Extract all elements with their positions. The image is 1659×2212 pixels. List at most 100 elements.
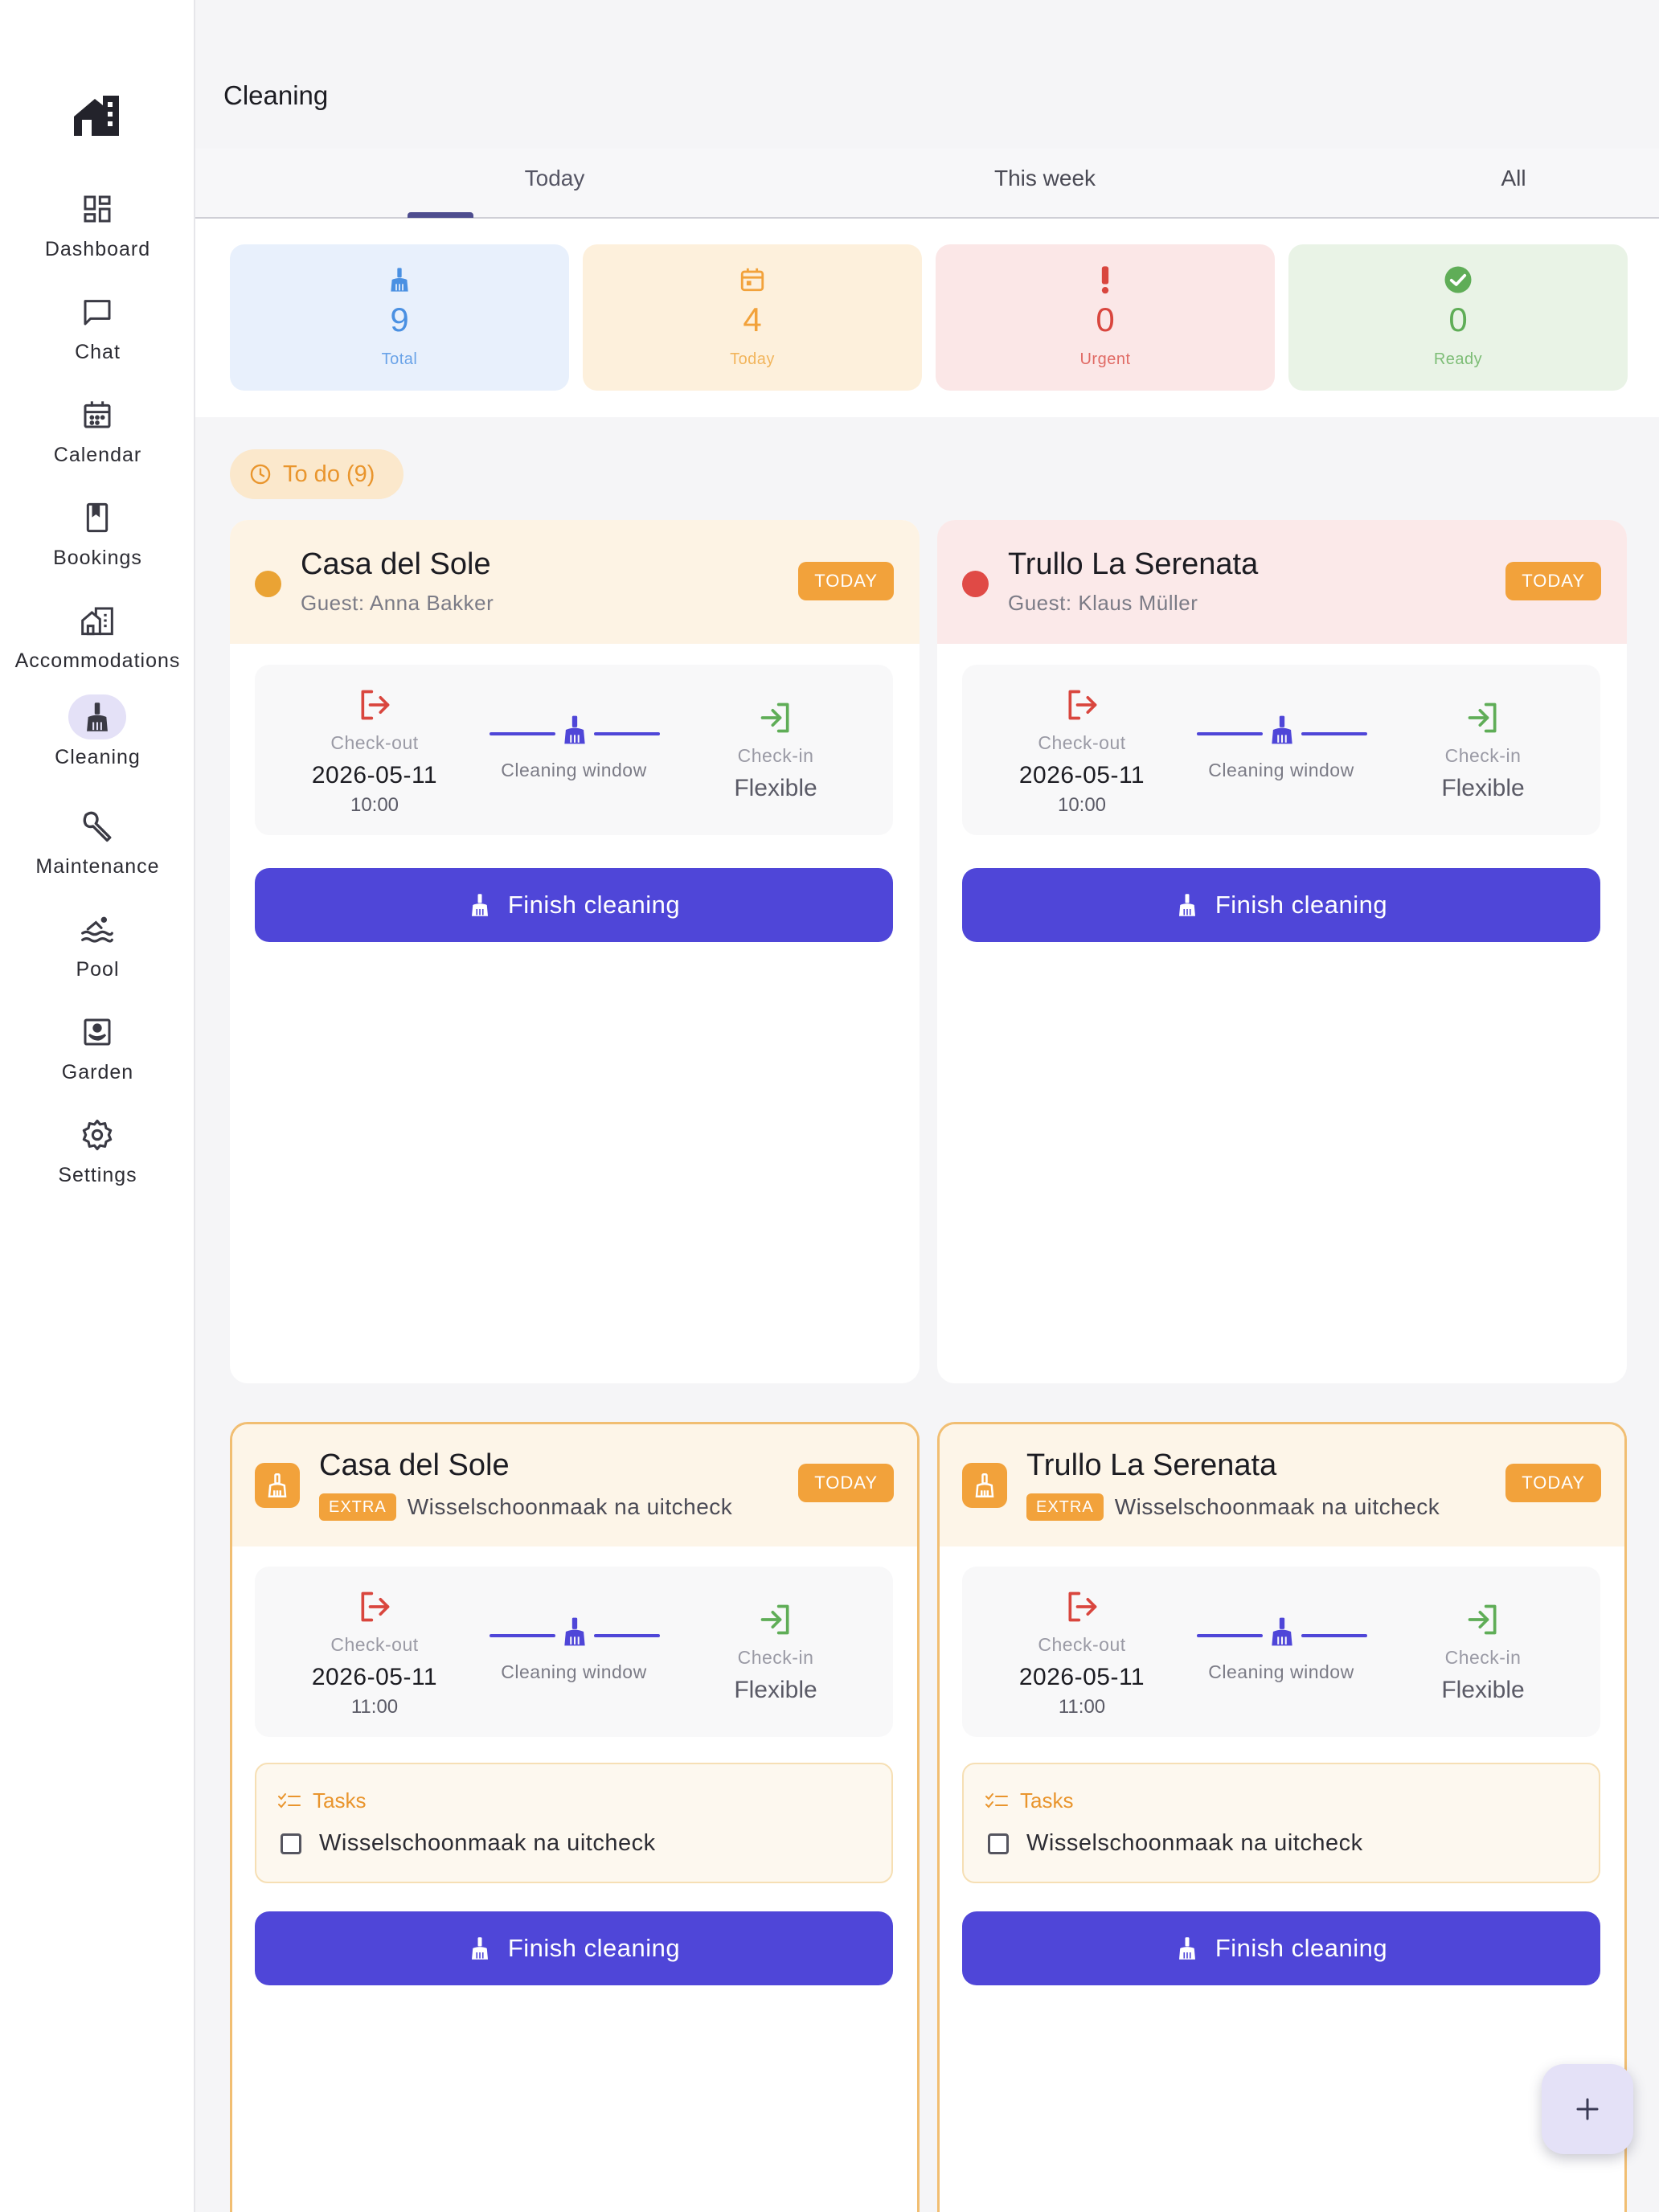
sidebar-item-pool[interactable]: Pool [0,907,195,995]
task-checkbox[interactable] [988,1833,1009,1854]
stat-value: 4 [743,301,762,338]
sidebar-item-calendar[interactable]: Calendar [0,392,195,481]
today-badge: TODAY [1505,1464,1601,1502]
sidebar-item-label: Dashboard [44,238,151,260]
accommodations-icon [68,598,126,643]
checkin-caption: Check-in [1444,745,1522,766]
checkout-date: 2026-05-11 [1018,762,1145,789]
broom-icon [68,694,126,739]
extra-description: Wisselschoonmaak na uitcheck [407,1494,733,1519]
tasks-panel: Tasks Wisselschoonmaak na uitcheck [255,1763,893,1883]
checkout-caption: Check-out [330,732,419,753]
pool-icon [68,907,126,952]
logout-icon [355,686,394,724]
extra-badge: EXTRA [1026,1493,1104,1521]
tab-today[interactable]: Today [442,149,667,219]
sidebar-item-garden[interactable]: Garden [0,1010,195,1098]
cleaning-window: Cleaning window [490,711,660,808]
checkout-block: Check-out 2026-05-11 11:00 [286,1587,463,1718]
task-item[interactable]: Wisselschoonmaak na uitcheck [281,1830,656,1857]
finish-cleaning-button[interactable]: Finish cleaning [255,868,893,942]
tab-this-week[interactable]: This week [912,149,1178,219]
task-text: Wisselschoonmaak na uitcheck [1026,1830,1363,1856]
card-header: Trullo La Serenata Guest: Klaus Müller T… [937,520,1627,644]
checkin-value: Flexible [1441,1677,1525,1703]
timeline-line [490,1634,555,1637]
sidebar-item-label: Cleaning [55,746,141,768]
sidebar-item-label: Maintenance [35,855,160,878]
stat-total[interactable]: 9 Total [230,244,569,391]
checkout-time: 10:00 [350,794,399,816]
sidebar-item-label: Pool [76,958,120,981]
guest-name: Guest: Anna Bakker [301,591,494,615]
bookings-icon [68,495,126,540]
accommodation-name: Trullo La Serenata [1026,1448,1277,1482]
sidebar-item-settings[interactable]: Settings [0,1112,195,1201]
clock-icon [249,463,272,485]
task-item[interactable]: Wisselschoonmaak na uitcheck [988,1830,1363,1857]
cleaning-card: Casa del Sole Guest: Anna Bakker TODAY C… [230,520,920,1383]
check-circle-icon [1442,264,1474,296]
checkout-caption: Check-out [1038,1634,1126,1655]
broom-icon [1175,891,1199,919]
tab-all[interactable]: All [1417,149,1610,219]
timeline-line [594,732,660,735]
sidebar-item-accommodations[interactable]: Accommodations [0,598,195,686]
sidebar-item-dashboard[interactable]: Dashboard [0,186,195,275]
cleaning-window-caption: Cleaning window [501,760,647,780]
sidebar-item-label: Accommodations [14,649,181,672]
checkin-caption: Check-in [737,1647,814,1668]
sidebar-item-label: Calendar [53,444,142,466]
gear-icon [68,1112,126,1157]
tasks-panel: Tasks Wisselschoonmaak na uitcheck [962,1763,1600,1883]
extra-info: EXTRA Wisselschoonmaak na uitcheck [319,1493,732,1521]
card-header: Trullo La Serenata EXTRA Wisselschoonmaa… [940,1424,1624,1546]
stat-urgent[interactable]: 0 Urgent [936,244,1275,391]
exclamation-icon [1089,264,1121,296]
stat-value: 0 [1096,301,1115,338]
timeline-line [1197,732,1263,735]
stat-value: 0 [1448,301,1468,338]
login-icon [756,698,795,737]
task-text: Wisselschoonmaak na uitcheck [319,1830,656,1856]
stat-today[interactable]: 4 Today [583,244,922,391]
calendar-icon [68,392,126,437]
broom-icon [557,1613,592,1650]
tasks-header: Tasks [985,1788,1073,1813]
sidebar-item-label: Bookings [53,547,142,569]
checkin-block: Check-in Flexible [1395,698,1571,802]
accommodation-name: Casa del Sole [301,547,491,581]
cleaning-timeline: Check-out 2026-05-11 11:00 Cleaning wind… [962,1567,1600,1737]
filter-chip-todo[interactable]: To do (9) [230,449,403,499]
login-icon [1464,1600,1502,1639]
house-logo-icon[interactable] [71,92,124,139]
logout-icon [1063,686,1101,724]
stat-label: Total [381,350,418,368]
checkout-block: Check-out 2026-05-11 10:00 [993,686,1170,817]
finish-cleaning-button[interactable]: Finish cleaning [962,868,1600,942]
timeline-line [1197,1634,1263,1637]
today-badge: TODAY [1505,562,1601,600]
finish-cleaning-label: Finish cleaning [507,891,681,919]
active-tab-indicator [408,212,473,218]
checklist-icon [277,1792,301,1811]
finish-cleaning-label: Finish cleaning [1215,1934,1388,1962]
today-badge: TODAY [798,1464,894,1502]
sidebar-item-maintenance[interactable]: Maintenance [0,804,195,892]
login-icon [756,1600,795,1639]
stat-ready[interactable]: 0 Ready [1288,244,1628,391]
status-dot [962,571,989,597]
finish-cleaning-button[interactable]: Finish cleaning [962,1911,1600,1985]
sidebar-item-chat[interactable]: Chat [0,289,195,378]
finish-cleaning-button[interactable]: Finish cleaning [255,1911,893,1985]
timeline-line [1301,732,1367,735]
sidebar-item-cleaning[interactable]: Cleaning [0,694,195,783]
sidebar-item-bookings[interactable]: Bookings [0,495,195,584]
task-checkbox[interactable] [281,1833,301,1854]
checkout-time: 11:00 [1058,1696,1106,1718]
broom-icon [468,1935,492,1962]
card-header: Casa del Sole Guest: Anna Bakker TODAY [230,520,920,644]
tasks-header: Tasks [277,1788,366,1813]
checklist-icon [985,1792,1009,1811]
add-button[interactable] [1542,2064,1633,2154]
